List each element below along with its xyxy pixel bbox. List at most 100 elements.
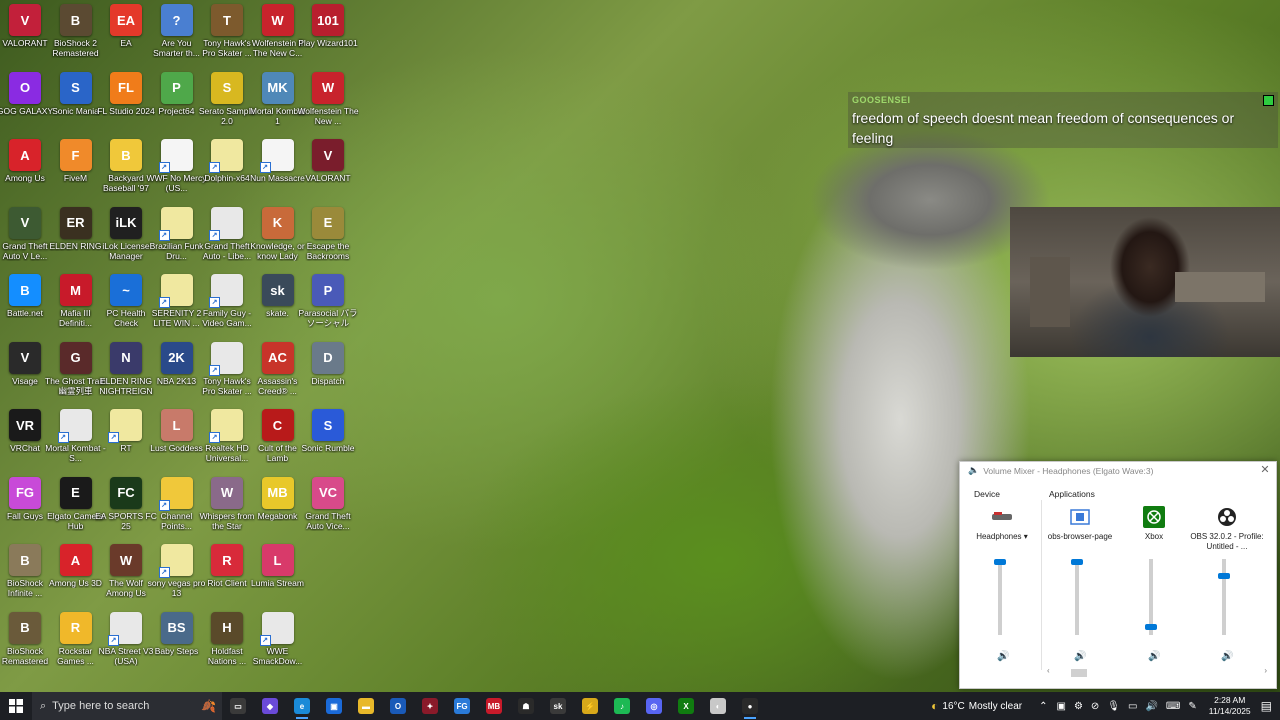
desktop-shortcut[interactable]: C Cult of the Lamb [249, 409, 307, 473]
taskbar-app-task-view[interactable]: ▭ [222, 692, 254, 720]
keyboard-icon[interactable]: ⌨ [1166, 701, 1180, 712]
desktop-shortcut[interactable]: D Dispatch [299, 341, 357, 406]
desktop-shortcut[interactable]: E Escape the Backrooms [299, 206, 357, 271]
microphone-icon[interactable]: 🎙 [1107, 701, 1120, 712]
taskbar-app-obs[interactable]: ● [734, 692, 766, 720]
volume-slider-thumb[interactable] [1218, 573, 1230, 579]
desktop-shortcut[interactable]: A Among Us 3D [47, 544, 105, 608]
desktop-shortcut[interactable]: W Wolfenstein II The New C... [249, 4, 307, 68]
desktop-shortcut[interactable]: 2K NBA 2K13 [148, 341, 206, 406]
desktop-shortcut[interactable]: ↗ RT [97, 409, 155, 473]
desktop-shortcut[interactable]: ER ELDEN RING [47, 206, 105, 271]
mute-toggle-icon[interactable]: 🔊 [1148, 651, 1160, 662]
desktop-shortcut[interactable]: S Serato Sample 2.0 [198, 71, 256, 136]
weather-widget[interactable]: ◐ 16°C Mostly clear [931, 699, 1022, 713]
chevron-up-icon[interactable]: ⌃ [1039, 701, 1047, 712]
taskbar-app-store[interactable]: ▣ [318, 692, 350, 720]
taskbar-app-edge[interactable]: e [286, 692, 318, 720]
desktop-shortcut[interactable]: B BioShock 2 Remastered [47, 4, 105, 68]
tray-app-icon[interactable]: ▣ [1056, 701, 1065, 712]
desktop-shortcut[interactable]: ↗ Nun Massacre [249, 139, 307, 203]
taskbar-app-app-white[interactable]: ◐ [702, 692, 734, 720]
mute-toggle-icon[interactable]: 🔊 [1221, 651, 1233, 662]
desktop-shortcut[interactable]: T Tony Hawk's Pro Skater ... [198, 4, 256, 68]
desktop-shortcut[interactable]: S Sonic Rumble [299, 409, 357, 473]
volume-icon[interactable]: 🔊 [1145, 701, 1157, 712]
desktop-shortcut[interactable]: ~ PC Health Check [97, 274, 155, 338]
desktop-shortcut[interactable]: iLK iLok License Manager [97, 206, 155, 271]
desktop-shortcut[interactable]: ? Are You Smarter th... [148, 4, 206, 68]
desktop-shortcut[interactable]: ↗ Realtek HD Universal... [198, 409, 256, 473]
scrollbar-thumb[interactable] [1071, 669, 1087, 677]
volume-slider-thumb[interactable] [1145, 624, 1157, 631]
volume-slider-track[interactable] [1222, 559, 1226, 635]
mute-toggle-icon[interactable]: 🔊 [997, 651, 1009, 662]
taskbar-app-file-explorer[interactable]: ▬ [350, 692, 382, 720]
desktop-shortcut[interactable]: V VALORANT [299, 139, 357, 203]
desktop-shortcut[interactable]: ↗ Brazilian Funk Dru... [148, 206, 206, 271]
taskbar-app-skate[interactable]: sk [542, 692, 574, 720]
device-name[interactable]: Headphones ▾ [976, 532, 1028, 542]
desktop-shortcut[interactable]: ↗ Channel Points... [148, 476, 206, 541]
desktop-shortcut[interactable]: MK Mortal Kombat 1 [249, 71, 307, 136]
taskbar-app-megabonk[interactable]: MB [478, 692, 510, 720]
desktop-shortcut[interactable]: M Mafia III Definiti... [47, 274, 105, 338]
desktop-shortcut[interactable]: K Knowledge, or know Lady [249, 206, 307, 271]
desktop-shortcut[interactable]: FC EA SPORTS FC 25 [95, 476, 157, 541]
desktop-shortcut[interactable]: L Lust Goddess [148, 409, 206, 473]
mute-toggle-icon[interactable]: 🔊 [1074, 651, 1086, 662]
desktop-shortcut[interactable]: AC Assassin's Creed® ... [249, 341, 307, 406]
tray-settings-icon[interactable]: ⚙ [1074, 701, 1083, 712]
volume-slider-thumb[interactable] [994, 559, 1006, 565]
desktop-shortcut[interactable]: 101 Play Wizard101 [298, 4, 358, 68]
volume-slider-track[interactable] [1075, 559, 1079, 635]
desktop-shortcut[interactable]: ↗ Dolphin-x64 [198, 139, 256, 203]
taskbar-app-discord[interactable]: ◎ [638, 692, 670, 720]
taskbar-app-xbox[interactable]: X [670, 692, 702, 720]
taskbar-search-box[interactable]: ⌕ Type here to search 🍂 [32, 692, 222, 720]
desktop-shortcut[interactable]: ↗ Family Guy - Video Gam... [198, 274, 256, 338]
desktop-shortcut[interactable]: FL FL Studio 2024 [97, 71, 155, 136]
desktop-shortcut[interactable]: ↗ WWF No Mercy (US... [147, 139, 206, 203]
close-icon[interactable]: ✕ [1258, 463, 1272, 477]
taskbar-app-game-yellow[interactable]: ⚡ [574, 692, 606, 720]
volume-slider-thumb[interactable] [1071, 559, 1083, 565]
desktop-shortcut[interactable]: S Sonic Mania [47, 71, 105, 136]
start-button[interactable] [0, 692, 32, 720]
desktop-shortcut[interactable]: P Parasocial パラソーシャル [298, 274, 358, 338]
taskbar-app-game-red[interactable]: ✦ [414, 692, 446, 720]
desktop-shortcut[interactable]: MB Megabonk [249, 476, 307, 541]
taskbar-app-fall-guys[interactable]: FG [446, 692, 478, 720]
desktop-shortcut[interactable]: VC Grand Theft Auto Vice... [299, 476, 357, 541]
desktop-shortcut[interactable]: EA EA [97, 4, 155, 68]
desktop-shortcut[interactable]: ↗ Tony Hawk's Pro Skater ... [198, 341, 256, 406]
desktop-shortcut[interactable]: ↗ WWE SmackDow... [249, 611, 307, 676]
desktop-shortcut[interactable]: E Elgato Camera Hub [47, 476, 105, 541]
desktop-shortcut[interactable]: R Rockstar Games ... [47, 611, 105, 676]
desktop-shortcut[interactable]: ↗ sony vegas pro 13 [148, 544, 206, 608]
desktop-shortcut[interactable]: L Lumia Stream [249, 544, 307, 608]
taskbar-app-outlook[interactable]: O [382, 692, 414, 720]
desktop-shortcut[interactable]: BS Baby Steps [148, 611, 206, 676]
desktop-shortcut[interactable]: F FiveM [47, 139, 105, 203]
network-icon[interactable]: ▭ [1128, 701, 1137, 712]
taskbar-app-spotify[interactable]: ♪ [606, 692, 638, 720]
chevron-right-icon[interactable]: › [1264, 666, 1267, 675]
desktop-shortcut[interactable]: sk skate. [249, 274, 307, 338]
desktop-shortcut[interactable]: W The Wolf Among Us [97, 544, 155, 608]
clock[interactable]: 2:28 AM 11/14/2025 [1209, 695, 1251, 717]
desktop-shortcut[interactable]: B Backyard Baseball '97 [97, 139, 155, 203]
notifications-icon[interactable]: ▤ [1261, 699, 1272, 713]
desktop-shortcut[interactable]: R Riot Client [198, 544, 256, 608]
desktop-shortcut[interactable]: ↗ Grand Theft Auto - Libe... [198, 206, 256, 271]
desktop-shortcut[interactable]: H Holdfast Nations ... [198, 611, 256, 676]
volume-slider-track[interactable] [998, 559, 1002, 635]
taskbar-app-game-dark[interactable]: ☗ [510, 692, 542, 720]
desktop-shortcut[interactable]: N ELDEN RING NIGHTREIGN [97, 341, 155, 406]
desktop-shortcut[interactable]: ↗ Mortal Kombat - S... [45, 409, 106, 473]
mixer-horizontal-scrollbar[interactable]: ‹ › [1045, 666, 1271, 677]
taskbar-app-copilot[interactable]: ◆ [254, 692, 286, 720]
tray-network-icon[interactable]: ⊘ [1091, 701, 1099, 712]
desktop-shortcut[interactable]: W Whispers from the Star [198, 476, 256, 541]
desktop-shortcut[interactable]: G The Ghost Train 幽霊列車 [45, 341, 106, 406]
